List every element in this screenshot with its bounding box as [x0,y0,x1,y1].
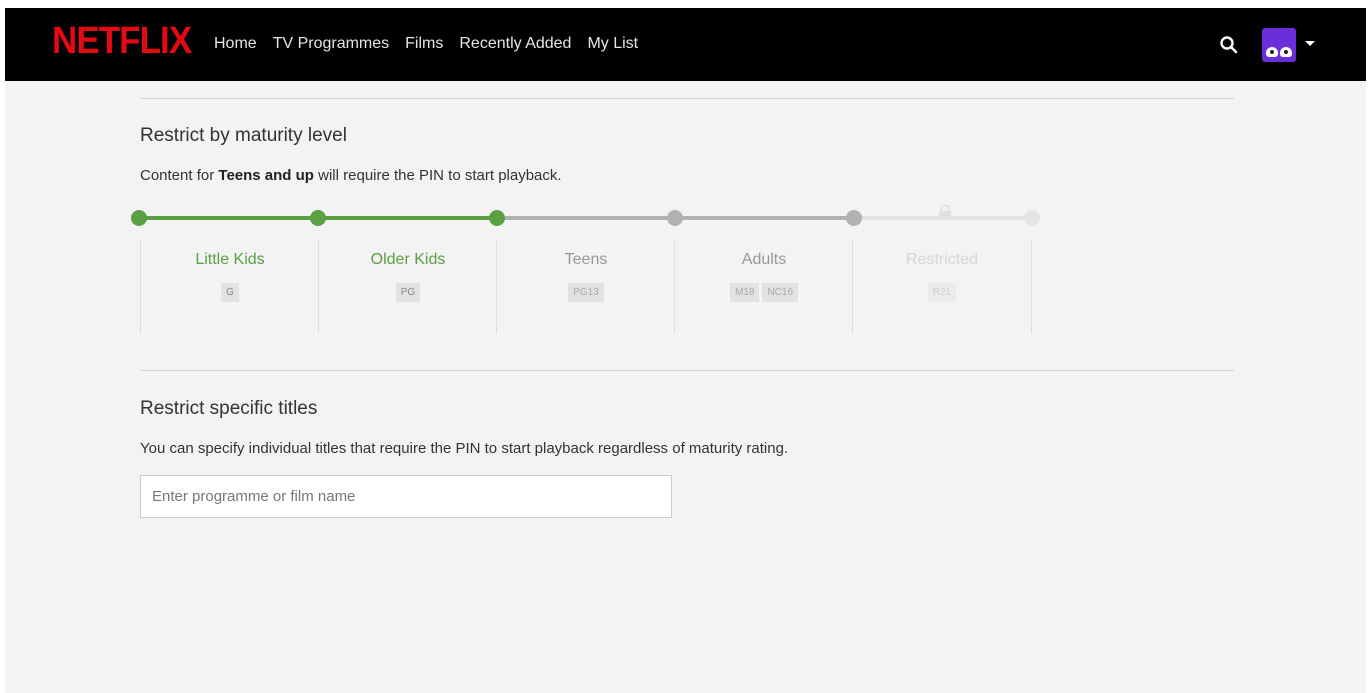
maturity-slider[interactable] [131,205,1051,238]
maturity-threshold-label: Teens and up [218,167,314,184]
level-restricted: Restricted R21 [852,240,1032,333]
level-name: Restricted [905,251,979,268]
slider-stop-end [1024,210,1040,226]
maturity-description: Content for Teens and up will require th… [140,167,562,184]
primary-nav: Home TV Programmes Films Recently Added … [214,35,654,53]
nav-home[interactable]: Home [214,35,257,53]
level-teens[interactable]: Teens PG13 [496,240,675,333]
rating-badge: G [221,283,239,302]
maturity-levels: Little Kids G Older Kids PG Teens PG13 A… [140,240,1032,333]
caret-down-icon[interactable] [1305,41,1315,46]
nav-my-list[interactable]: My List [587,35,638,53]
slider-stop-restricted[interactable] [846,210,862,226]
netflix-logo[interactable]: NETFLIX [52,20,192,63]
search-icon[interactable] [1219,35,1239,55]
level-name: Older Kids [370,251,446,268]
rating-badge: PG [395,283,421,302]
rating-badge: NC16 [762,283,799,302]
level-older-kids[interactable]: Older Kids PG [318,240,497,333]
slider-handle[interactable] [489,210,505,226]
slider-stop-little-kids[interactable] [131,210,147,226]
avatar-eye-icon [1280,47,1292,57]
level-name: Adults [741,251,787,268]
level-name: Little Kids [195,251,265,268]
level-adults[interactable]: Adults M18 NC16 [674,240,853,333]
maturity-heading: Restrict by maturity level [140,125,347,146]
nav-tv-programmes[interactable]: TV Programmes [273,35,389,53]
specific-titles-heading: Restrict specific titles [140,398,318,419]
divider [140,98,1234,99]
page: NETFLIX Home TV Programmes Films Recentl… [5,8,1366,693]
specific-titles-description: You can specify individual titles that r… [140,440,789,457]
rating-badge: PG13 [568,283,604,302]
level-name: Teens [564,251,608,268]
nav-recently-added[interactable]: Recently Added [459,35,571,53]
slider-stop-older-kids[interactable] [310,210,326,226]
divider [140,370,1234,371]
avatar-eye-icon [1266,47,1278,57]
top-nav-bar: NETFLIX Home TV Programmes Films Recentl… [5,8,1366,81]
title-search-input[interactable] [140,475,672,518]
level-little-kids[interactable]: Little Kids G [140,240,319,333]
nav-films[interactable]: Films [405,35,443,53]
rating-badge: R21 [927,283,957,302]
slider-stop-adults[interactable] [667,210,683,226]
rating-badge: M18 [729,283,760,302]
avatar[interactable] [1262,28,1296,62]
lock-icon [939,205,951,219]
